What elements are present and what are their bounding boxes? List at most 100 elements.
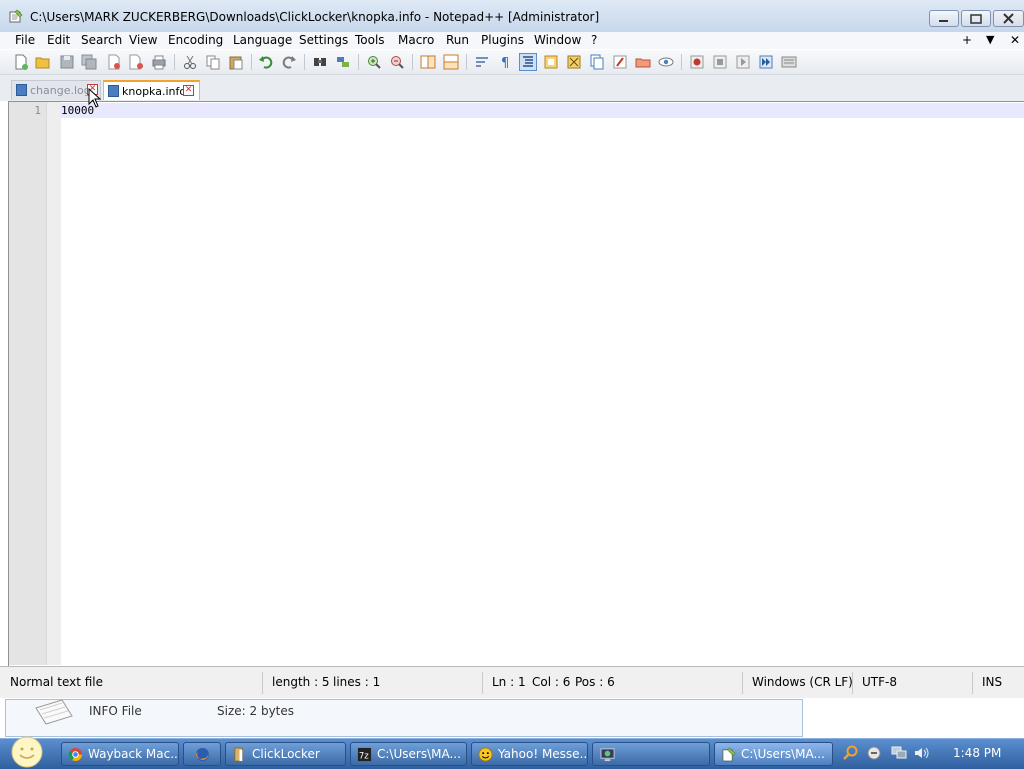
volume-icon[interactable] [914, 746, 930, 760]
size-value: 2 bytes [249, 704, 295, 718]
menu-bar: File Edit Search View Encoding Language … [0, 32, 1024, 49]
new-tab-plus-icon[interactable]: + [962, 33, 972, 47]
status-file-type: Normal text file [10, 675, 104, 689]
copy-icon[interactable] [205, 54, 221, 70]
editor-area[interactable] [8, 101, 1024, 666]
sync-horizontal-icon[interactable] [443, 54, 459, 70]
tab-list-down-icon[interactable]: ▼ [986, 33, 994, 46]
notepad-plus-plus-icon [9, 9, 23, 23]
taskbar-item-clicklocker[interactable]: ClickLocker [225, 742, 346, 766]
function-list-icon[interactable] [612, 54, 628, 70]
show-all-characters-icon[interactable]: ¶ [497, 54, 513, 70]
notepad-plus-plus-icon [722, 747, 736, 762]
play-macro-icon[interactable] [735, 54, 751, 70]
search-icon[interactable] [843, 745, 859, 761]
paste-icon[interactable] [228, 54, 244, 70]
open-file-icon[interactable] [35, 54, 51, 70]
zoom-out-icon[interactable] [389, 54, 405, 70]
menu-window[interactable]: Window [534, 33, 581, 47]
menu-encoding[interactable]: Encoding [168, 33, 223, 47]
menu-run[interactable]: Run [446, 33, 469, 47]
zoom-in-icon[interactable] [366, 54, 382, 70]
indent-guide-icon[interactable] [519, 53, 537, 71]
network-icon[interactable] [891, 746, 907, 760]
print-icon[interactable] [151, 54, 167, 70]
menu-macro[interactable]: Macro [398, 33, 434, 47]
taskbar-item-7zip[interactable]: 7z C:\Users\MA... [350, 742, 467, 766]
stop-macro-icon[interactable] [712, 54, 728, 70]
firefox-icon [195, 747, 210, 762]
status-eol-format[interactable]: Windows (CR LF) [752, 675, 853, 689]
menu-view[interactable]: View [129, 33, 157, 47]
run-macro-multiple-icon[interactable] [758, 54, 774, 70]
sync-vertical-icon[interactable] [420, 54, 436, 70]
status-column: Col : 6 [532, 675, 571, 689]
close-file-icon[interactable] [106, 54, 122, 70]
taskbar-item-yahoo-messenger[interactable]: Yahoo! Messe... [471, 742, 588, 766]
status-lines: lines : 1 [333, 675, 381, 689]
file-size-label: Size: 2 bytes [217, 704, 294, 718]
monitoring-eye-icon[interactable] [658, 54, 674, 70]
menu-edit[interactable]: Edit [47, 33, 70, 47]
undo-icon[interactable] [258, 54, 274, 70]
taskbar-item-label: C:\Users\MA... [741, 747, 825, 761]
status-separator [742, 672, 743, 694]
tab-close-icon[interactable]: ✕ [183, 85, 194, 96]
folder-as-workspace-icon[interactable] [635, 54, 651, 70]
user-defined-language-icon[interactable] [543, 54, 559, 70]
document-map-icon[interactable] [566, 54, 582, 70]
menu-file[interactable]: File [15, 33, 35, 47]
status-insert-mode[interactable]: INS [982, 675, 1002, 689]
restore-icon [970, 14, 982, 24]
system-clock[interactable]: 1:48 PM [953, 746, 1001, 760]
taskbar-item-label: ClickLocker [252, 747, 320, 761]
taskbar-item-wayback[interactable]: Wayback Mac... [61, 742, 179, 766]
taskbar-item-program[interactable] [592, 742, 710, 766]
taskbar-item-label: Wayback Mac... [88, 747, 179, 761]
close-window-button[interactable] [993, 10, 1024, 27]
find-icon[interactable] [312, 54, 328, 70]
new-file-icon[interactable] [13, 54, 29, 70]
yahoo-messenger-icon [478, 747, 493, 762]
menu-tools[interactable]: Tools [355, 33, 385, 47]
fold-margin[interactable] [46, 102, 61, 665]
toolbar-separator [251, 54, 252, 70]
tray-status-icon[interactable] [867, 746, 881, 760]
size-label: Size: [217, 704, 246, 718]
cut-icon[interactable] [182, 54, 198, 70]
tab-knopka-info[interactable]: knopka.info ✕ [103, 80, 200, 100]
menu-settings[interactable]: Settings [299, 33, 348, 47]
start-button-icon[interactable] [8, 736, 46, 768]
menu-plugins[interactable]: Plugins [481, 33, 524, 47]
taskbar-item-firefox[interactable] [183, 742, 221, 766]
window-title: C:\Users\MARK ZUCKERBERG\Downloads\Click… [30, 10, 600, 24]
menu-search[interactable]: Search [81, 33, 122, 47]
chrome-icon [68, 747, 83, 762]
status-line-number: Ln : 1 [492, 675, 526, 689]
taskbar-item-label: C:\Users\MA... [377, 747, 461, 761]
maximize-button[interactable] [961, 10, 991, 27]
menu-help[interactable]: ? [591, 33, 597, 47]
record-macro-icon[interactable] [689, 54, 705, 70]
minimize-button[interactable] [929, 10, 959, 27]
tab-bar: change.log ✕ knopka.info ✕ [0, 75, 1024, 101]
word-wrap-icon[interactable] [474, 54, 490, 70]
svg-text:7z: 7z [359, 750, 369, 760]
toolbar-separator [304, 54, 305, 70]
line-number: 1 [34, 104, 41, 117]
save-macro-icon[interactable] [781, 54, 797, 70]
status-encoding[interactable]: UTF-8 [862, 675, 897, 689]
7zip-icon: 7z [357, 747, 372, 762]
document-list-icon[interactable] [589, 54, 605, 70]
redo-icon[interactable] [281, 54, 297, 70]
close-all-icon[interactable] [128, 54, 144, 70]
save-all-icon[interactable] [81, 54, 97, 70]
taskbar-item-notepad-plus-plus[interactable]: C:\Users\MA... [714, 742, 833, 766]
menu-language[interactable]: Language [233, 33, 292, 47]
replace-icon[interactable] [335, 54, 351, 70]
close-document-icon[interactable]: ✕ [1010, 33, 1020, 47]
status-separator [972, 672, 973, 694]
save-icon[interactable] [59, 54, 75, 70]
status-separator [482, 672, 483, 694]
toolbar-separator [681, 54, 682, 70]
